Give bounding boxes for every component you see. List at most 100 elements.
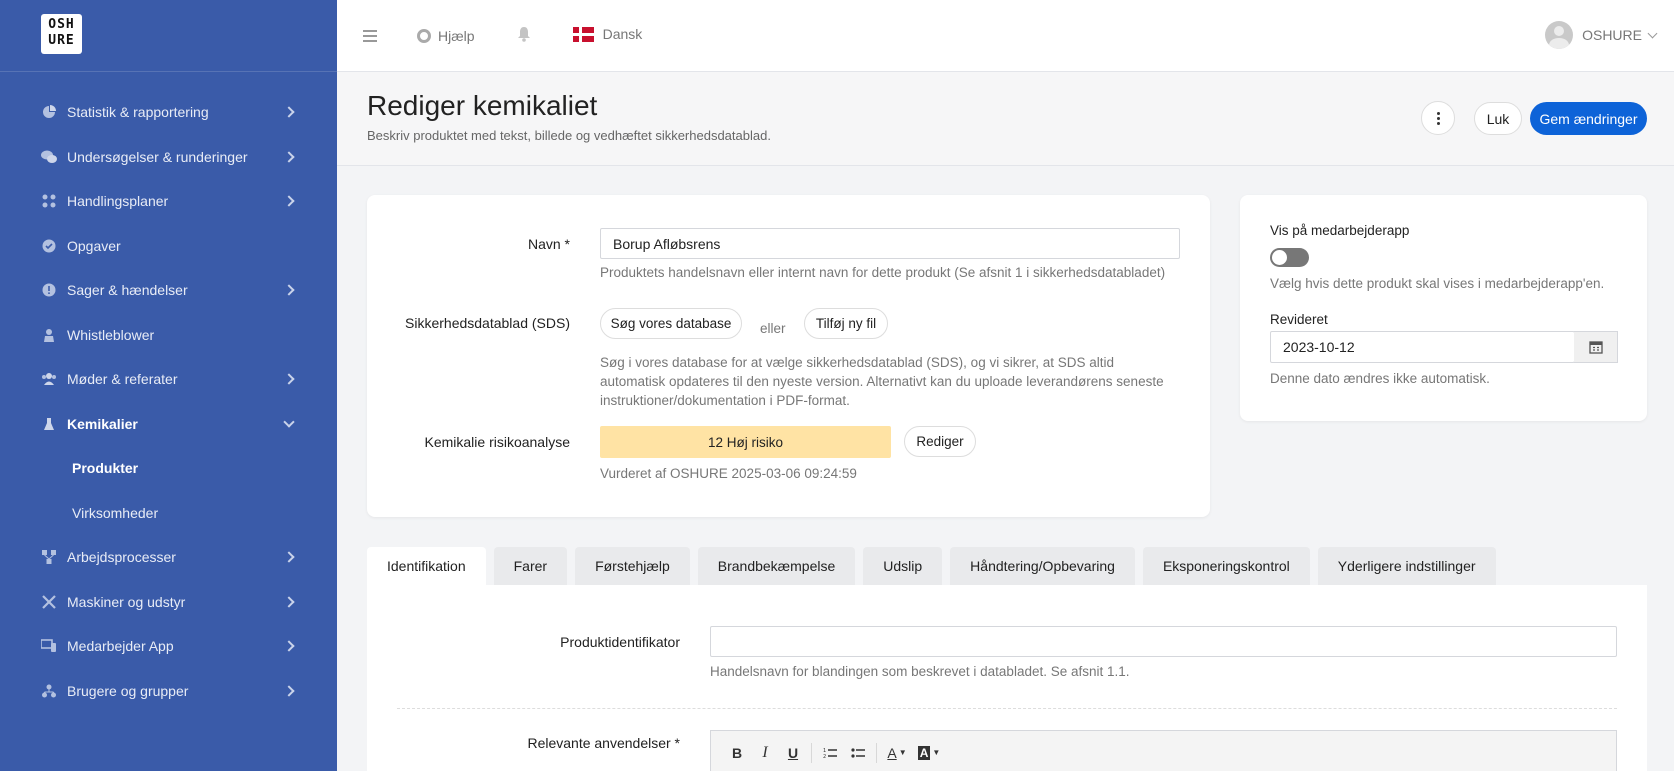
toolbar-separator bbox=[811, 742, 812, 763]
hamburger-menu-icon[interactable] bbox=[363, 29, 377, 42]
risk-label: Kemikalie risikoanalyse bbox=[424, 434, 570, 450]
ordered-list-icon[interactable]: 12 bbox=[816, 739, 844, 767]
chevron-down-icon bbox=[1647, 28, 1658, 38]
topbar: Hjælp Dansk OSHURE bbox=[337, 0, 1674, 72]
workflow-icon bbox=[41, 549, 57, 565]
user-menu[interactable]: OSHURE bbox=[1545, 21, 1658, 49]
sidebar-item-statistics[interactable]: Statistik & rapportering bbox=[0, 90, 337, 135]
revised-label: Revideret bbox=[1270, 312, 1328, 327]
avatar bbox=[1545, 21, 1574, 49]
tools-icon bbox=[41, 594, 57, 610]
chevron-down-icon bbox=[283, 416, 295, 428]
highlight-color-button[interactable]: A ▼ bbox=[913, 739, 945, 767]
tab-exposure-control[interactable]: Eksponeringskontrol bbox=[1142, 547, 1310, 585]
show-in-app-toggle[interactable] bbox=[1270, 248, 1309, 267]
tab-spills[interactable]: Udslip bbox=[863, 547, 943, 585]
risk-badge: 12 Høj risiko bbox=[600, 426, 891, 458]
revised-date-input[interactable]: 2023-10-12 bbox=[1270, 331, 1575, 363]
name-input[interactable]: Borup Afløbsrens bbox=[600, 228, 1180, 259]
sidebar-item-surveys[interactable]: Undersøgelser & runderinger bbox=[0, 135, 337, 180]
language-selector[interactable]: Dansk bbox=[572, 26, 642, 42]
sidebar-item-employee-app[interactable]: Medarbejder App bbox=[0, 624, 337, 669]
sidebar-nav: Statistik & rapportering Undersøgelser &… bbox=[0, 90, 337, 713]
logo-area: OSH URE bbox=[0, 0, 337, 72]
chevron-right-icon bbox=[283, 685, 295, 697]
chevron-right-icon bbox=[283, 596, 295, 608]
page-subtitle: Beskriv produktet med tekst, billede og … bbox=[367, 128, 771, 143]
product-form-card: Navn * Borup Afløbsrens Produktets hande… bbox=[367, 195, 1210, 517]
chat-bubbles-icon bbox=[41, 149, 57, 165]
danish-flag-icon bbox=[572, 26, 594, 42]
rich-text-toolbar: B I U 12 A ▼ A ▼ bbox=[710, 730, 1617, 771]
more-options-button[interactable] bbox=[1421, 101, 1455, 135]
tab-first-aid[interactable]: Førstehjælp bbox=[575, 547, 690, 585]
whistleblower-icon bbox=[41, 327, 57, 343]
tab-panel-identification: Produktidentifikator Handelsnavn for bla… bbox=[367, 585, 1647, 771]
sds-label: Sikkerhedsdatablad (SDS) bbox=[405, 315, 570, 331]
sidebar-item-tasks[interactable]: Opgaver bbox=[0, 224, 337, 269]
name-label: Navn * bbox=[527, 236, 570, 252]
chevron-right-icon bbox=[283, 551, 295, 563]
product-identifier-input[interactable] bbox=[710, 626, 1617, 657]
show-in-app-help: Vælg hvis dette produkt skal vises i med… bbox=[1270, 276, 1605, 291]
bell-icon[interactable] bbox=[517, 26, 531, 45]
chevron-right-icon bbox=[283, 640, 295, 652]
close-button[interactable]: Luk bbox=[1474, 102, 1522, 135]
underline-button[interactable]: U bbox=[779, 739, 807, 767]
lifebuoy-icon bbox=[417, 28, 431, 43]
alert-circle-icon bbox=[41, 282, 57, 298]
tab-identification[interactable]: Identifikation bbox=[367, 547, 486, 585]
tab-handling-storage[interactable]: Håndtering/Opbevaring bbox=[950, 547, 1135, 585]
sidebar-subitem-products[interactable]: Produkter bbox=[0, 446, 337, 491]
caret-down-icon: ▼ bbox=[898, 748, 907, 757]
sidebar-item-work-processes[interactable]: Arbejdsprocesser bbox=[0, 535, 337, 580]
relevant-uses-label: Relevante anvendelser * bbox=[527, 735, 680, 751]
toolbar-separator bbox=[876, 742, 877, 763]
check-circle-icon bbox=[41, 238, 57, 254]
bold-button[interactable]: B bbox=[723, 739, 751, 767]
italic-button[interactable]: I bbox=[751, 739, 779, 767]
risk-note: Vurderet af OSHURE 2025-03-06 09:24:59 bbox=[600, 466, 857, 481]
calendar-button[interactable] bbox=[1574, 331, 1618, 363]
sidebar-item-machines[interactable]: Maskiner og udstyr bbox=[0, 580, 337, 625]
or-text: eller bbox=[760, 321, 786, 336]
edit-risk-button[interactable]: Rediger bbox=[904, 426, 976, 457]
chevron-right-icon bbox=[283, 373, 295, 385]
caret-down-icon: ▼ bbox=[932, 748, 941, 757]
flask-icon bbox=[41, 416, 57, 432]
sidebar-item-whistleblower[interactable]: Whistleblower bbox=[0, 313, 337, 358]
revised-help: Denne dato ændres ikke automatisk. bbox=[1270, 371, 1490, 386]
sidebar-item-chemicals[interactable]: Kemikalier bbox=[0, 402, 337, 447]
sidebar-item-meetings[interactable]: Møder & referater bbox=[0, 357, 337, 402]
hierarchy-icon bbox=[41, 683, 57, 699]
search-database-button[interactable]: Søg vores database bbox=[600, 308, 742, 339]
calendar-icon bbox=[1588, 341, 1603, 354]
show-in-app-label: Vis på medarbejderapp bbox=[1270, 223, 1410, 238]
name-help: Produktets handelsnavn eller internt nav… bbox=[600, 265, 1166, 280]
page-title: Rediger kemikaliet bbox=[367, 90, 598, 121]
sidebar-item-action-plans[interactable]: Handlingsplaner bbox=[0, 179, 337, 224]
oshure-logo[interactable]: OSH URE bbox=[41, 14, 82, 54]
action-plan-icon bbox=[41, 193, 57, 209]
sidebar-item-users-groups[interactable]: Brugere og grupper bbox=[0, 669, 337, 714]
bullet-list-icon[interactable] bbox=[844, 739, 872, 767]
tab-firefighting[interactable]: Brandbekæmpelse bbox=[697, 547, 856, 585]
chevron-right-icon bbox=[283, 195, 295, 207]
add-file-button[interactable]: Tilføj ny fil bbox=[804, 308, 888, 339]
svg-text:2: 2 bbox=[823, 754, 826, 759]
chevron-right-icon bbox=[283, 151, 295, 163]
sidebar-item-cases[interactable]: Sager & hændelser bbox=[0, 268, 337, 313]
help-link[interactable]: Hjælp bbox=[417, 28, 475, 44]
font-color-button[interactable]: A ▼ bbox=[881, 739, 913, 767]
sidebar-subitem-companies[interactable]: Virksomheder bbox=[0, 491, 337, 536]
product-identifier-help: Handelsnavn for blandingen som beskrevet… bbox=[710, 664, 1130, 679]
users-icon bbox=[41, 371, 57, 387]
tab-additional-settings[interactable]: Yderligere indstillinger bbox=[1317, 547, 1496, 585]
save-changes-button[interactable]: Gem ændringer bbox=[1530, 102, 1647, 135]
tab-hazards[interactable]: Farer bbox=[493, 547, 568, 585]
pie-chart-icon bbox=[41, 104, 57, 120]
settings-card: Vis på medarbejderapp Vælg hvis dette pr… bbox=[1240, 195, 1647, 421]
section-tabs: Identifikation Farer Førstehjælp Brandbe… bbox=[367, 547, 1496, 585]
chevron-right-icon bbox=[283, 284, 295, 296]
sidebar: OSH URE Statistik & rapportering Undersø… bbox=[0, 0, 337, 771]
